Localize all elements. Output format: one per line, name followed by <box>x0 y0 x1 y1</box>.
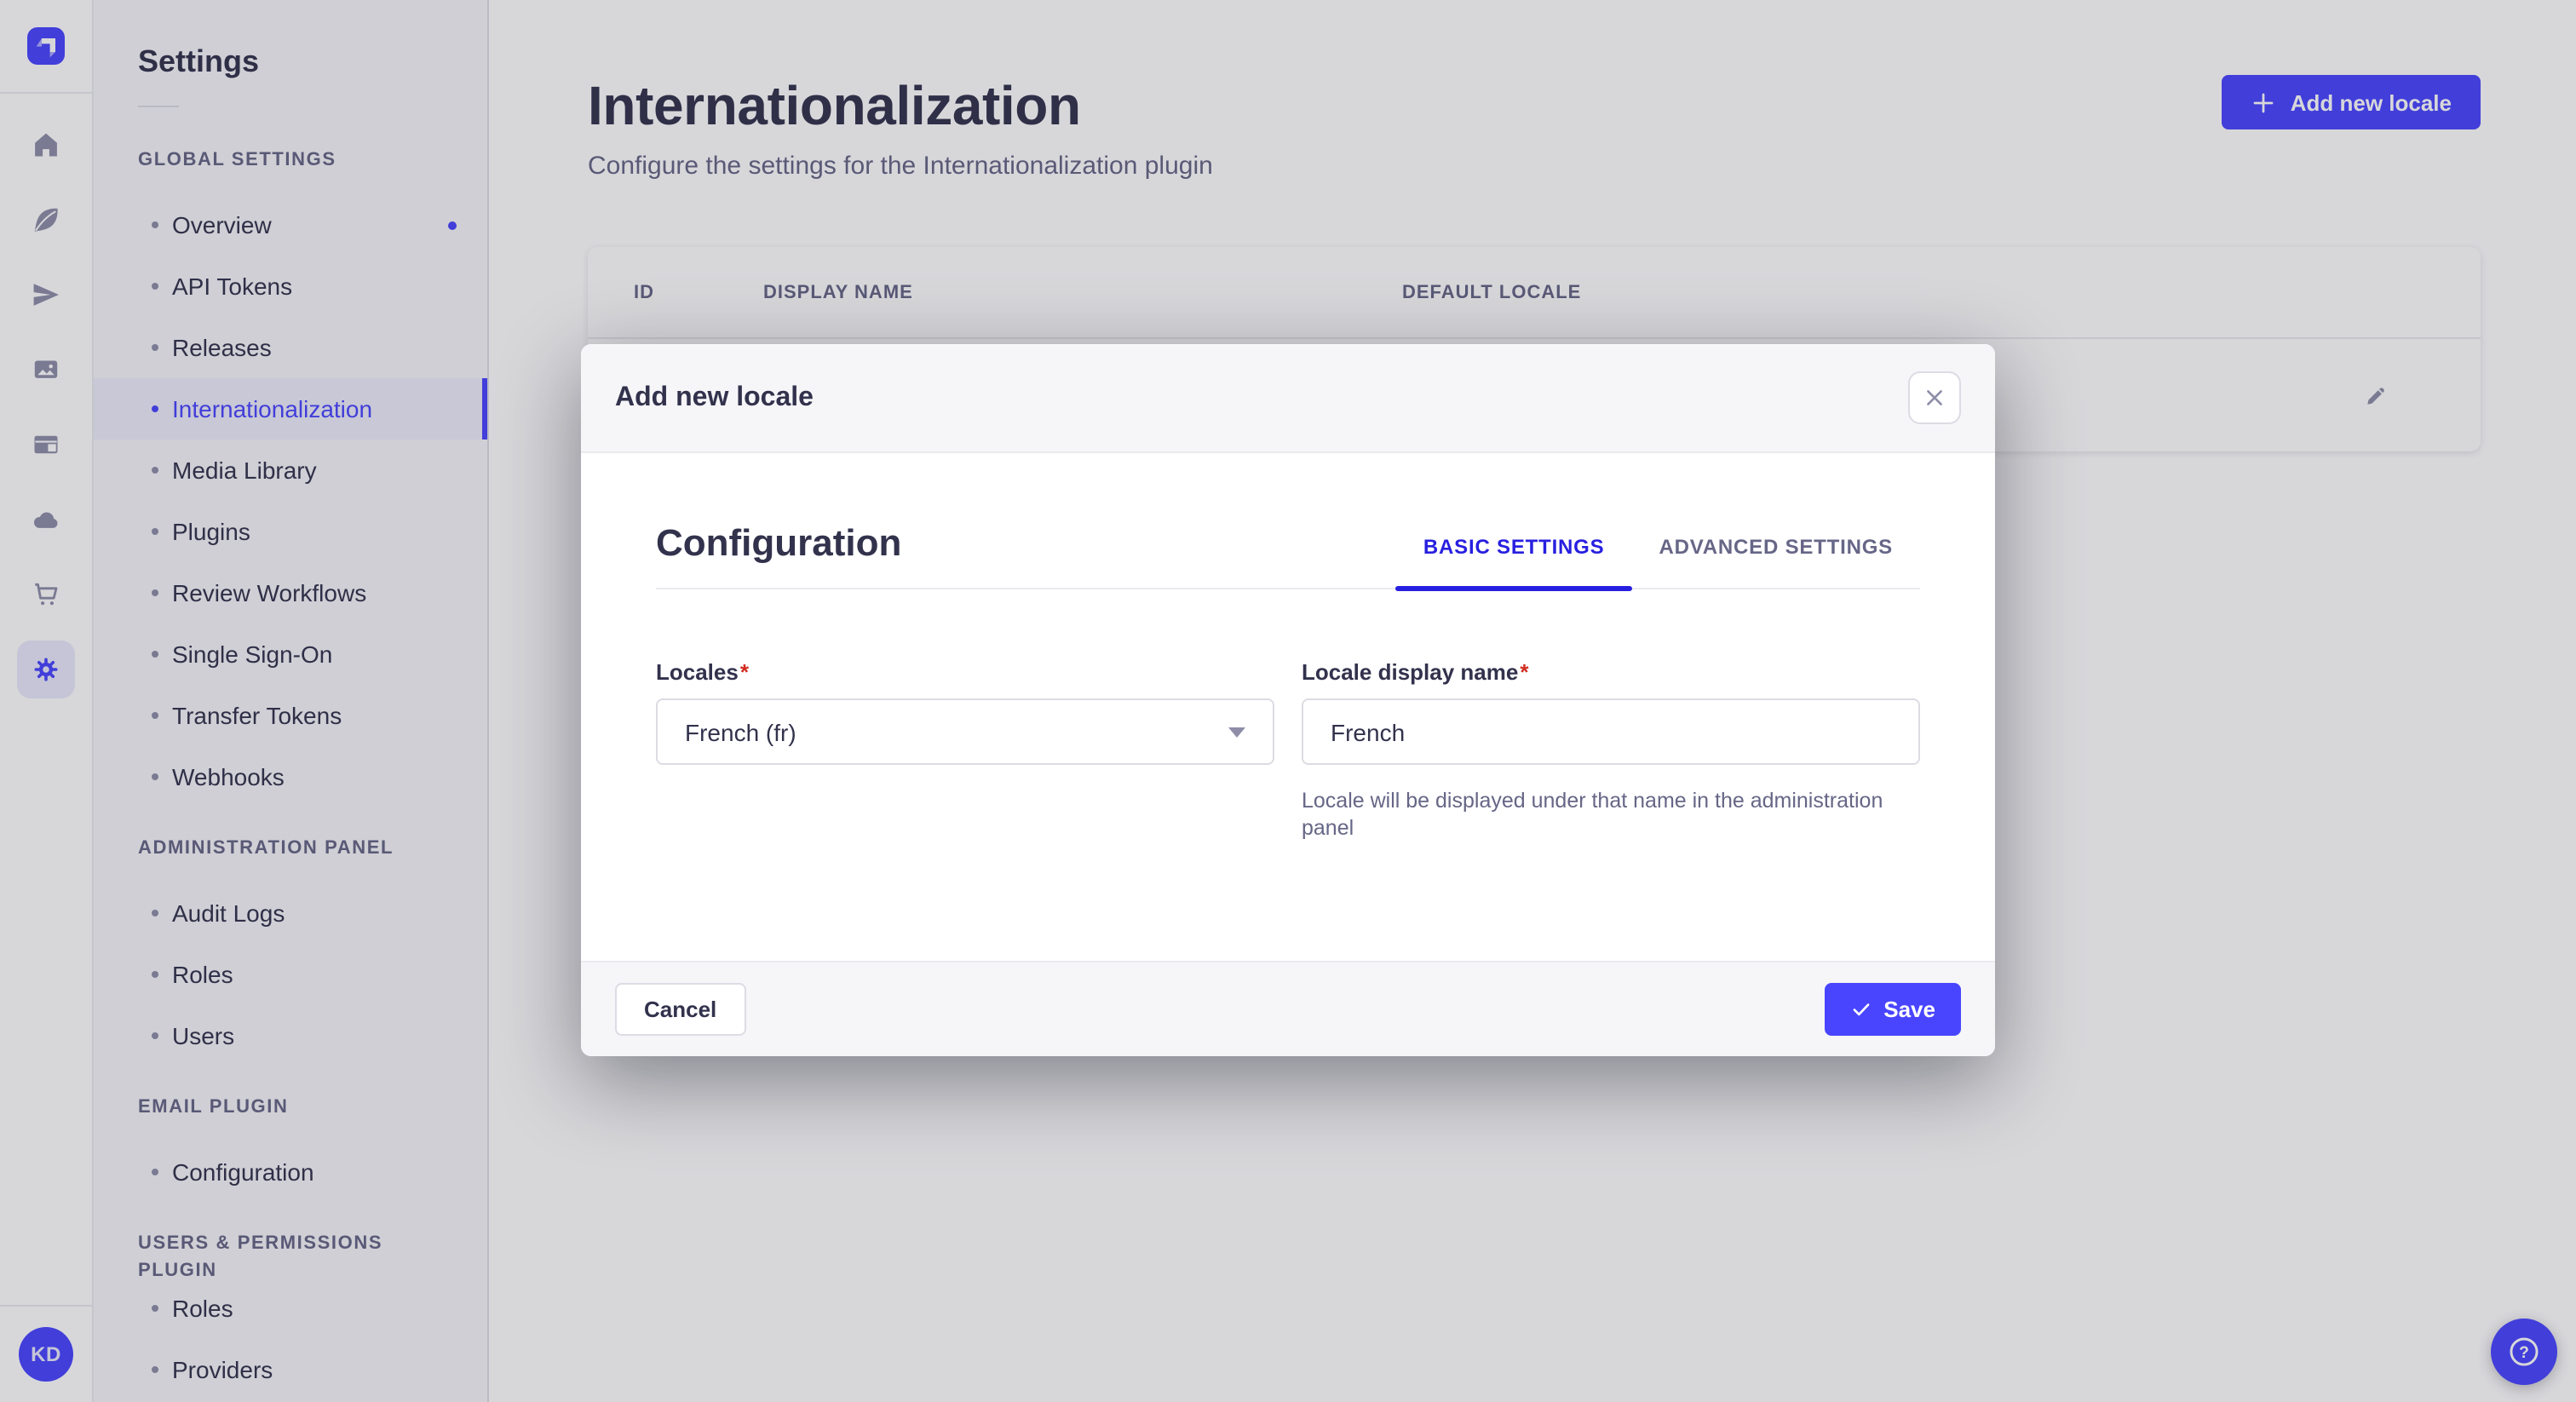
configuration-title: Configuration <box>656 521 902 564</box>
cancel-button[interactable]: Cancel <box>615 983 746 1036</box>
close-icon <box>1927 390 1942 405</box>
modal-title: Add new locale <box>615 382 814 411</box>
configuration-header: Configuration BASIC SETTINGS ADVANCED SE… <box>656 453 1920 591</box>
chevron-down-icon <box>1228 727 1245 737</box>
modal-footer: Cancel Save <box>581 961 1995 1056</box>
locales-select[interactable]: French (fr) <box>656 698 1274 765</box>
tab-basic-settings[interactable]: BASIC SETTINGS <box>1395 535 1633 591</box>
display-name-label: Locale display name * <box>1302 659 1529 685</box>
settings-tabs: BASIC SETTINGS ADVANCED SETTINGS <box>1395 535 1920 591</box>
display-name-input[interactable] <box>1302 698 1920 765</box>
display-name-field: Locale display name* Locale will be disp… <box>1302 658 1920 842</box>
modal-close-button[interactable] <box>1908 371 1961 424</box>
tab-advanced-settings[interactable]: ADVANCED SETTINGS <box>1631 535 1920 588</box>
display-name-helper-text: Locale will be displayed under that name… <box>1302 789 1883 840</box>
modal-header: Add new locale <box>581 344 1995 453</box>
add-locale-modal: Add new locale Configuration BASIC SETTI… <box>581 344 1995 1056</box>
locales-field: Locales * French (fr) <box>656 658 1274 842</box>
required-asterisk: * <box>739 659 749 685</box>
check-icon <box>1852 1003 1869 1016</box>
form-fields-row: Locales * French (fr) Locale display name… <box>656 658 1920 842</box>
required-asterisk: * <box>1520 659 1529 685</box>
locales-label: Locales * <box>656 659 749 685</box>
locales-select-value: French (fr) <box>685 718 796 745</box>
save-button[interactable]: Save <box>1824 983 1961 1036</box>
app-window: KD Settings GLOBAL SETTINGS Overview API… <box>0 0 2576 1402</box>
modal-body: Configuration BASIC SETTINGS ADVANCED SE… <box>581 453 1995 961</box>
